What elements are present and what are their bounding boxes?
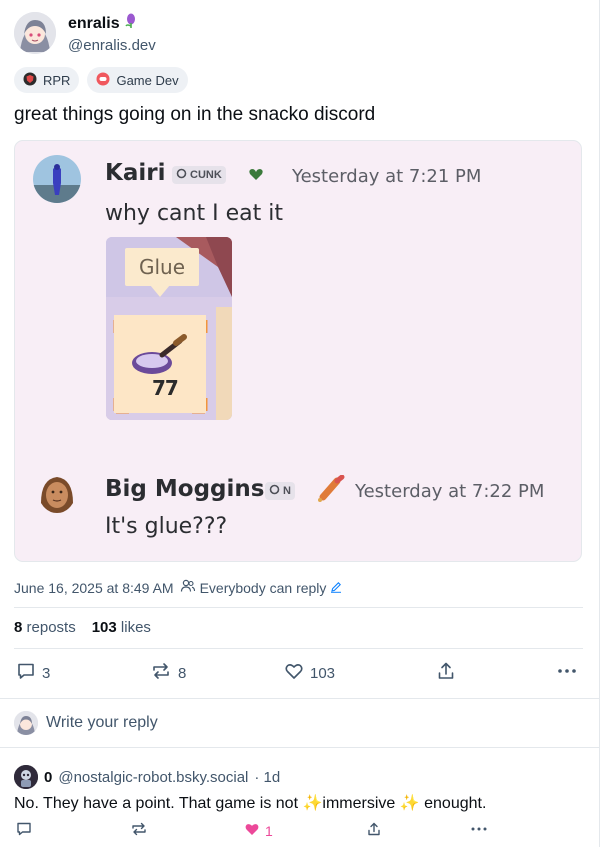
like-button[interactable]: 103 (284, 661, 335, 685)
reply-setting-text: Everybody can reply (199, 579, 327, 596)
tag-ring-icon (176, 168, 187, 182)
flower-emoji-icon (124, 13, 138, 35)
commenter-avatar[interactable] (14, 765, 38, 789)
comment-age[interactable]: · 1d (254, 769, 280, 786)
author-display-name[interactable]: enralis (68, 14, 120, 34)
repost-button[interactable]: 8 (150, 661, 186, 685)
share-icon (366, 821, 382, 840)
message-time: Yesterday at 7:22 PM (355, 481, 545, 502)
server-tag: CUNK (172, 166, 226, 184)
message-avatar-big-moggins (33, 467, 81, 515)
comment-repost-button[interactable] (130, 821, 148, 840)
repost-icon (130, 821, 148, 840)
message-text: why cant I eat it (105, 201, 283, 226)
reply-button[interactable]: 3 (16, 661, 50, 685)
comment-text-emphasis: immersive (322, 795, 396, 812)
share-icon (436, 661, 456, 685)
comment-text: No. They have a point. That game is not … (14, 794, 486, 814)
label-game-dev[interactable]: Game Dev (87, 67, 188, 93)
current-user-avatar (14, 711, 38, 735)
reply-setting[interactable]: Everybody can reply (180, 579, 343, 596)
edit-pencil-icon[interactable] (330, 580, 342, 596)
comment-like-button[interactable]: 1 (244, 821, 273, 840)
server-tag: N (265, 482, 295, 500)
server-tag-text: CUNK (190, 169, 222, 181)
post-timestamp[interactable]: June 16, 2025 at 8:49 AM (14, 580, 174, 596)
post-text: great things going on in the snacko disc… (14, 104, 376, 125)
like-count: 103 (310, 664, 336, 682)
reply-bubble-icon (16, 821, 32, 840)
label-text: Game Dev (116, 72, 179, 88)
message-author: Big Moggins (105, 476, 265, 502)
heart-leaf-icon (247, 165, 265, 188)
divider (0, 747, 599, 748)
ellipsis-icon (470, 821, 488, 840)
commenter-display-name[interactable]: 0 (44, 769, 52, 786)
share-button[interactable] (436, 661, 456, 685)
tag-ring-icon (269, 484, 280, 498)
message-avatar-kairi (33, 155, 81, 203)
comment-header: 0 @nostalgic-robot.bsky.social · 1d (14, 765, 280, 789)
reposts-stat[interactable]: 8 reposts (14, 619, 76, 636)
repost-icon (150, 661, 172, 685)
sticker-count: 77 (152, 376, 179, 400)
ellipsis-icon (556, 661, 578, 685)
likes-stat[interactable]: 103 likes (92, 619, 151, 636)
comment-more-button[interactable] (470, 821, 488, 840)
label-rpr[interactable]: RPR (14, 67, 80, 93)
engagement-stats: 8 reposts 103 likes (14, 619, 151, 636)
post-labels: RPR Game Dev (14, 67, 188, 93)
commenter-handle[interactable]: @nostalgic-robot.bsky.social (58, 769, 248, 786)
author-handle[interactable]: @enralis.dev (68, 35, 156, 57)
post-actions: 3 8 103 (14, 661, 580, 687)
people-icon (180, 579, 196, 596)
post-meta: June 16, 2025 at 8:49 AM Everybody can r… (14, 579, 342, 596)
reposts-label: reposts (26, 619, 76, 636)
shield-badge-icon (23, 72, 37, 89)
comment-like-count: 1 (265, 822, 273, 839)
sticker-label: Glue (125, 248, 199, 286)
reply-bubble-icon (16, 661, 36, 685)
comment-share-button[interactable] (366, 821, 382, 840)
message-time: Yesterday at 7:21 PM (292, 166, 482, 187)
author-avatar[interactable] (14, 12, 56, 54)
embedded-image[interactable]: Kairi CUNK Yesterday at 7:21 PM why cant… (14, 140, 582, 562)
paintbrush-icon (315, 474, 347, 508)
comment-actions: 1 (14, 821, 580, 841)
divider (0, 698, 599, 699)
divider (14, 607, 583, 608)
divider (14, 648, 583, 649)
reply-composer[interactable]: Write your reply (14, 711, 158, 735)
controller-badge-icon (96, 72, 110, 89)
reply-count: 3 (42, 664, 51, 682)
message-author: Kairi (105, 160, 166, 186)
sparkles-icon: ✨ (302, 795, 323, 812)
repost-count: 8 (178, 664, 187, 682)
comment-text-start: No. They have a point. That game is not (14, 795, 299, 812)
label-text: RPR (43, 72, 71, 88)
message-text: It's glue??? (105, 514, 228, 539)
speech-tail (150, 285, 170, 297)
likes-label: likes (120, 619, 151, 636)
likes-count: 103 (91, 619, 117, 636)
reposts-count: 8 (14, 619, 23, 636)
comment-text-end: enought. (424, 795, 487, 812)
server-tag-text: N (283, 485, 291, 497)
more-options-button[interactable] (556, 661, 578, 685)
sparkles-icon: ✨ (399, 795, 420, 812)
comment-reply-button[interactable] (16, 821, 32, 840)
reply-placeholder: Write your reply (46, 714, 158, 731)
heart-icon (284, 661, 304, 685)
glue-sticker-image: Glue 77 (106, 237, 232, 420)
post-author: enralis @enralis.dev (14, 12, 156, 57)
heart-filled-icon (244, 821, 260, 840)
